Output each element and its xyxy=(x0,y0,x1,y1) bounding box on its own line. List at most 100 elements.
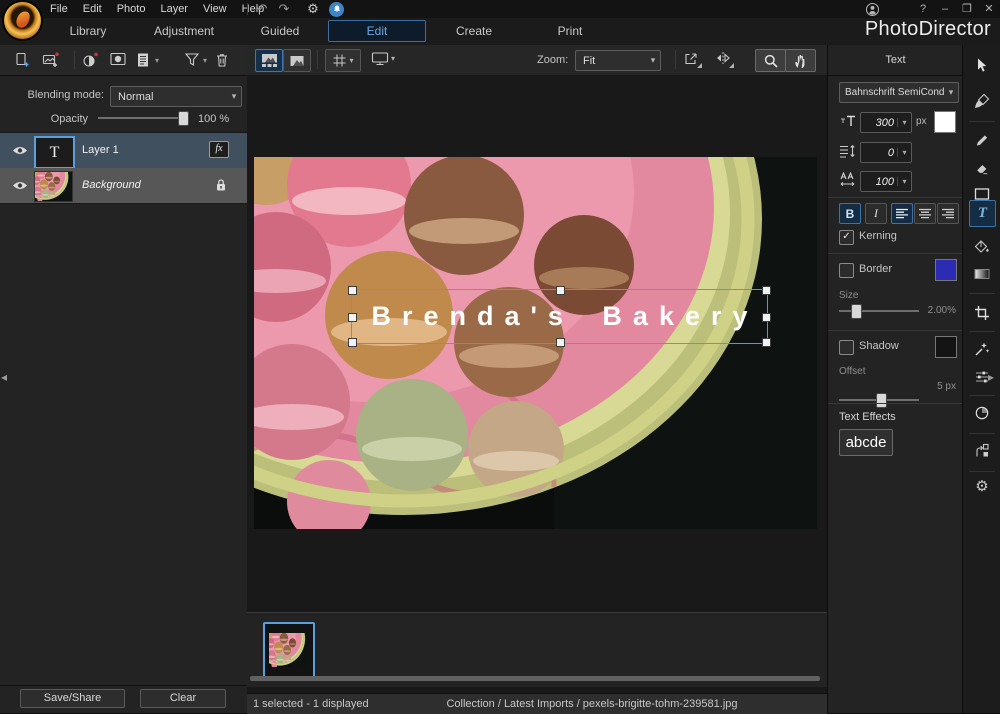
save-share-button[interactable]: Save/Share xyxy=(20,689,125,708)
menu-layer[interactable]: Layer xyxy=(160,3,188,15)
clear-button[interactable]: Clear xyxy=(140,689,226,708)
tab-create[interactable]: Create xyxy=(426,18,522,45)
add-layer-icon[interactable] xyxy=(14,52,30,68)
resize-handle-nw[interactable] xyxy=(348,286,357,295)
font-size-input[interactable]: 300 ▾ xyxy=(860,112,912,133)
tab-library[interactable]: Library xyxy=(40,18,136,45)
export-share-tool-icon[interactable] xyxy=(974,443,990,459)
filmstrip-scrollbar[interactable] xyxy=(250,676,820,681)
character-spacing-input[interactable]: 100 ▾ xyxy=(860,171,912,192)
filmstrip-thumbnail-selected[interactable] xyxy=(263,622,315,678)
resize-handle-s[interactable] xyxy=(556,338,565,347)
chevron-down-icon[interactable]: ▾ xyxy=(152,52,162,70)
collapse-left-panel-arrow[interactable]: ◂ xyxy=(1,370,7,384)
text-selection-box[interactable]: Brenda's Bakery xyxy=(351,289,768,344)
zoom-dropdown[interactable]: Fit ▾ xyxy=(575,50,661,71)
text-color-swatch[interactable] xyxy=(934,111,956,133)
rectangle-tool-icon[interactable] xyxy=(974,187,990,201)
slider-thumb[interactable] xyxy=(178,111,189,126)
font-family-dropdown[interactable]: Bahnschrift SemiCond... ▾ xyxy=(839,82,959,103)
layer-thumbnail[interactable] xyxy=(34,171,73,202)
display-mode-button[interactable]: ▾ xyxy=(371,51,395,66)
add-image-layer-icon[interactable] xyxy=(42,52,59,68)
border-checkbox[interactable] xyxy=(839,263,854,278)
shadow-checkbox[interactable] xyxy=(839,340,854,355)
opacity-slider[interactable] xyxy=(98,111,186,124)
slider-thumb[interactable] xyxy=(876,393,887,408)
bold-button[interactable]: B xyxy=(839,203,861,224)
vignette-tool-icon[interactable] xyxy=(974,405,990,421)
resize-handle-ne[interactable] xyxy=(762,286,771,295)
shadow-color-swatch[interactable] xyxy=(935,336,957,358)
adjustment-brush-tool-icon[interactable] xyxy=(974,93,991,110)
crop-tool-icon[interactable] xyxy=(974,305,990,321)
filter-icon[interactable] xyxy=(184,52,200,67)
align-right-button[interactable] xyxy=(937,203,959,224)
resize-handle-n[interactable] xyxy=(556,286,565,295)
tab-guided[interactable]: Guided xyxy=(232,18,328,45)
gradient-tool-icon[interactable] xyxy=(974,267,990,281)
export-button[interactable] xyxy=(683,51,703,69)
minimize-button[interactable]: – xyxy=(934,0,956,18)
close-button[interactable]: ✕ xyxy=(978,0,1000,18)
line-spacing-input[interactable]: 0 ▾ xyxy=(860,142,912,163)
redo-icon[interactable]: ↷ xyxy=(274,0,294,18)
zoom-tool-button[interactable] xyxy=(755,49,786,72)
layer-visibility-eye-icon[interactable] xyxy=(12,180,28,191)
menu-edit[interactable]: Edit xyxy=(83,3,102,15)
magic-wand-tool-icon[interactable] xyxy=(974,341,990,357)
pointer-tool-icon[interactable] xyxy=(974,57,990,73)
chevron-down-icon[interactable]: ▾ xyxy=(200,52,210,70)
bucket-fill-tool-icon[interactable] xyxy=(974,239,990,255)
layer-visibility-eye-icon[interactable] xyxy=(12,145,28,156)
expand-right-panel-arrow[interactable]: ▸ xyxy=(988,370,994,384)
align-left-button[interactable] xyxy=(891,203,913,224)
text-tool-selected[interactable]: T xyxy=(969,200,996,227)
view-mode-filmstrip-button[interactable] xyxy=(255,49,283,72)
layer-row-background[interactable]: Background xyxy=(0,168,247,203)
menu-file[interactable]: File xyxy=(50,3,68,15)
layer-name[interactable]: Layer 1 xyxy=(82,144,119,156)
grid-overlay-button[interactable]: ▾ xyxy=(325,49,361,72)
tab-edit[interactable]: Edit xyxy=(328,20,426,42)
eraser-tool-icon[interactable] xyxy=(975,161,990,175)
chevron-down-icon[interactable]: ▾ xyxy=(897,177,911,186)
resize-handle-sw[interactable] xyxy=(348,338,357,347)
gear-icon[interactable]: ⚙ xyxy=(303,0,323,18)
blending-mode-dropdown[interactable]: Normal ▾ xyxy=(110,86,242,107)
kerning-checkbox[interactable]: ✓ xyxy=(839,230,854,245)
border-color-swatch[interactable] xyxy=(935,259,957,281)
layer-row-text[interactable]: T Layer 1 fx xyxy=(0,133,247,168)
slider-thumb[interactable] xyxy=(851,304,862,319)
align-center-button[interactable] xyxy=(914,203,936,224)
fx-badge[interactable]: fx xyxy=(209,141,229,158)
delete-layer-icon[interactable] xyxy=(214,52,230,68)
pencil-tool-icon[interactable] xyxy=(975,133,990,148)
undo-icon[interactable]: ↶ xyxy=(252,0,272,18)
layer-menu-icon[interactable] xyxy=(136,52,150,68)
canvas-text-object[interactable]: Brenda's Bakery xyxy=(360,301,758,332)
text-effect-preview[interactable]: abcde xyxy=(839,429,893,456)
adjustment-layer-icon[interactable] xyxy=(82,52,98,68)
lock-icon[interactable] xyxy=(215,178,227,192)
menu-view[interactable]: View xyxy=(203,3,227,15)
maximize-button[interactable]: ❐ xyxy=(956,0,978,18)
view-mode-single-button[interactable] xyxy=(283,49,311,72)
border-size-slider[interactable] xyxy=(839,304,919,317)
resize-handle-w[interactable] xyxy=(348,313,357,322)
account-icon[interactable] xyxy=(858,2,886,17)
flip-button[interactable] xyxy=(715,51,735,69)
menu-photo[interactable]: Photo xyxy=(117,3,146,15)
shadow-offset-slider[interactable] xyxy=(839,393,919,406)
notification-bell-icon[interactable] xyxy=(329,2,344,17)
help-button[interactable]: ? xyxy=(912,0,934,18)
resize-handle-e[interactable] xyxy=(762,313,771,322)
chevron-down-icon[interactable]: ▾ xyxy=(897,148,911,157)
tab-adjustment[interactable]: Adjustment xyxy=(136,18,232,45)
layer-mask-icon[interactable] xyxy=(110,52,126,66)
italic-button[interactable]: I xyxy=(865,203,887,224)
layer-thumbnail[interactable]: T xyxy=(34,136,75,169)
pan-tool-button[interactable] xyxy=(785,49,816,72)
tab-print[interactable]: Print xyxy=(522,18,618,45)
resize-handle-se[interactable] xyxy=(762,338,771,347)
